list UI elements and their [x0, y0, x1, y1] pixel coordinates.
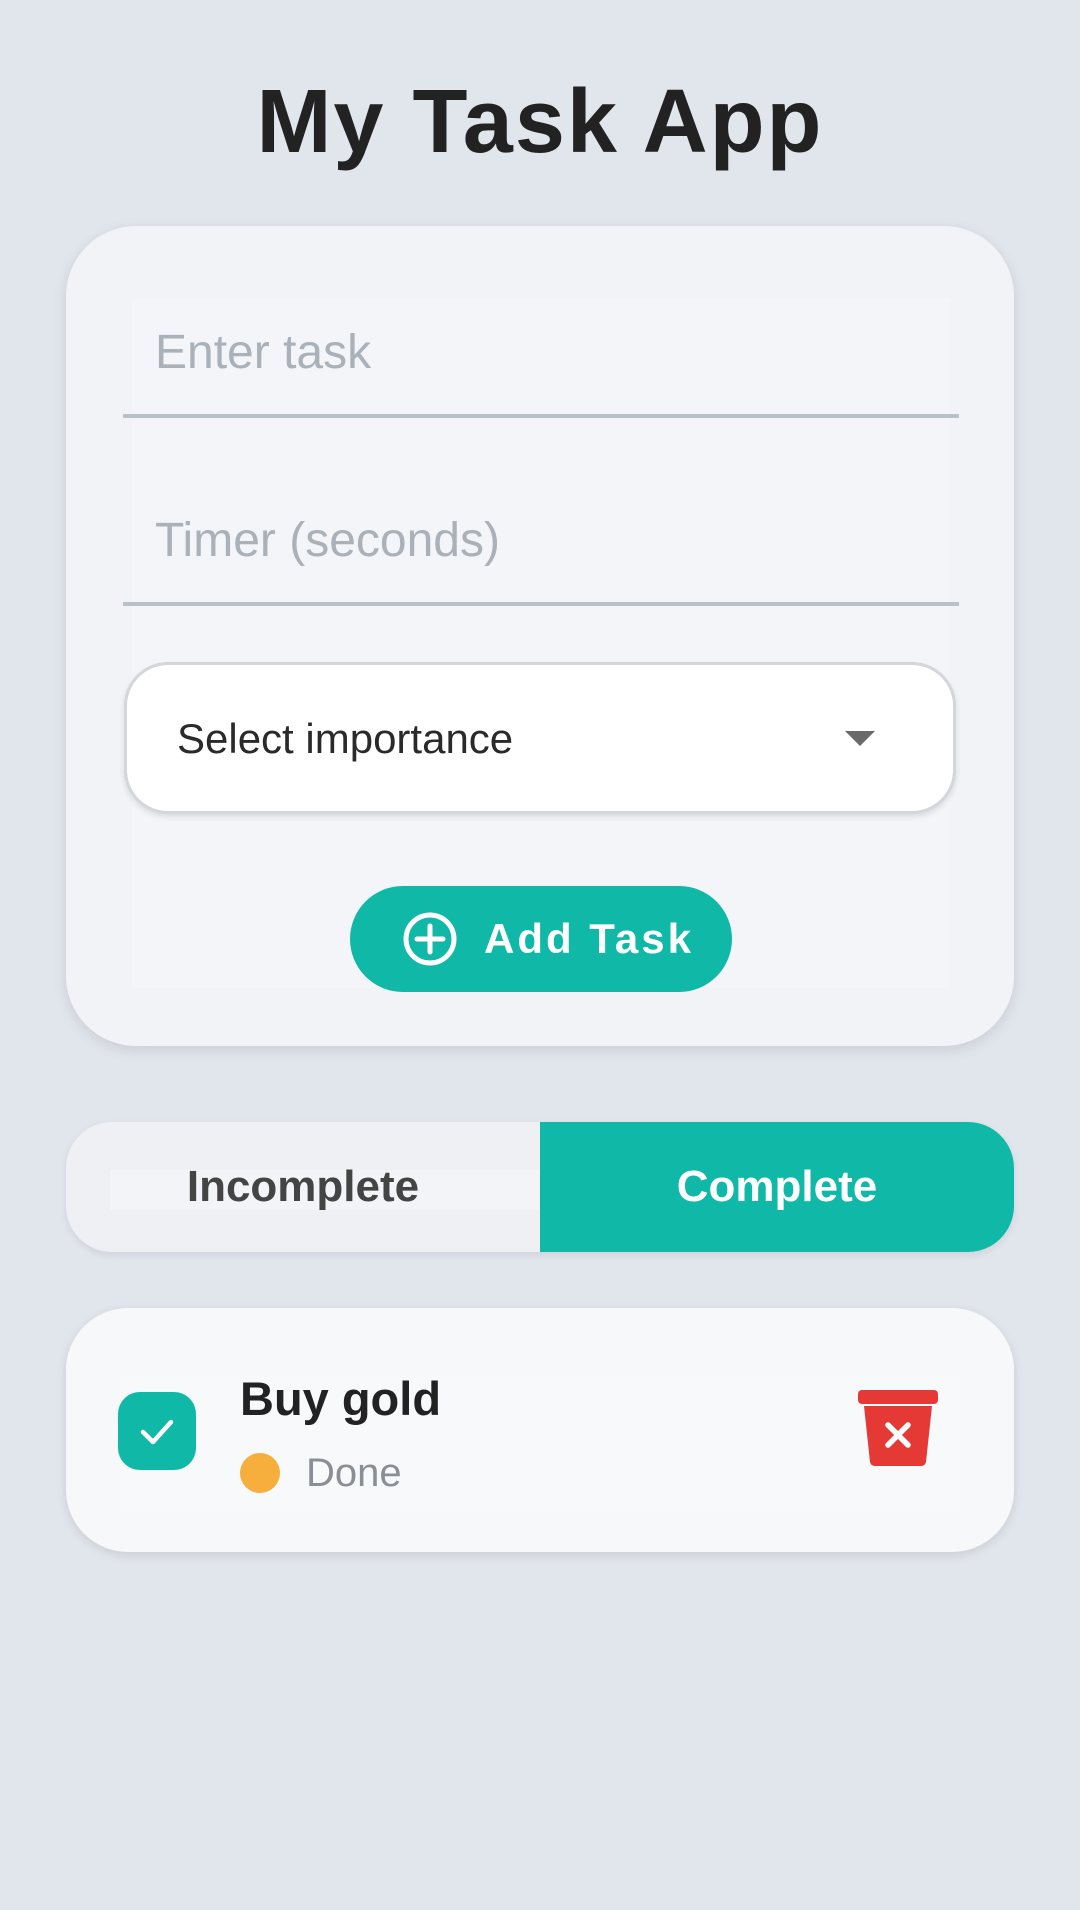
task-input[interactable]	[155, 322, 915, 382]
task-form-card: Select importance Add Task	[66, 226, 1014, 1046]
tab-incomplete[interactable]: Incomplete	[66, 1122, 540, 1252]
importance-select[interactable]: Select importance	[124, 662, 956, 814]
task-card: Buy gold Done	[66, 1308, 1014, 1552]
task-field	[123, 298, 959, 418]
caret-down-icon	[845, 731, 875, 746]
plus-circle-icon	[403, 912, 457, 966]
add-task-button[interactable]: Add Task	[350, 886, 732, 992]
task-status: Done	[306, 1451, 402, 1495]
timer-field	[123, 486, 959, 606]
add-task-label: Add Task	[484, 915, 694, 962]
check-icon	[140, 1419, 174, 1445]
tab-complete-label: Complete	[676, 1162, 878, 1211]
task-form: Select importance Add Task	[123, 298, 959, 992]
task-checkbox[interactable]	[118, 1392, 196, 1470]
filter-tabs: Incomplete Complete	[66, 1122, 1014, 1252]
importance-dot	[240, 1453, 280, 1493]
importance-select-label: Select importance	[177, 715, 514, 762]
task-title: Buy gold	[240, 1372, 442, 1425]
page-title: My Task App	[256, 72, 824, 172]
timer-input[interactable]	[155, 510, 915, 570]
trash-icon[interactable]	[858, 1390, 938, 1466]
tab-complete[interactable]: Complete	[540, 1122, 1014, 1252]
tab-incomplete-label: Incomplete	[186, 1162, 420, 1211]
